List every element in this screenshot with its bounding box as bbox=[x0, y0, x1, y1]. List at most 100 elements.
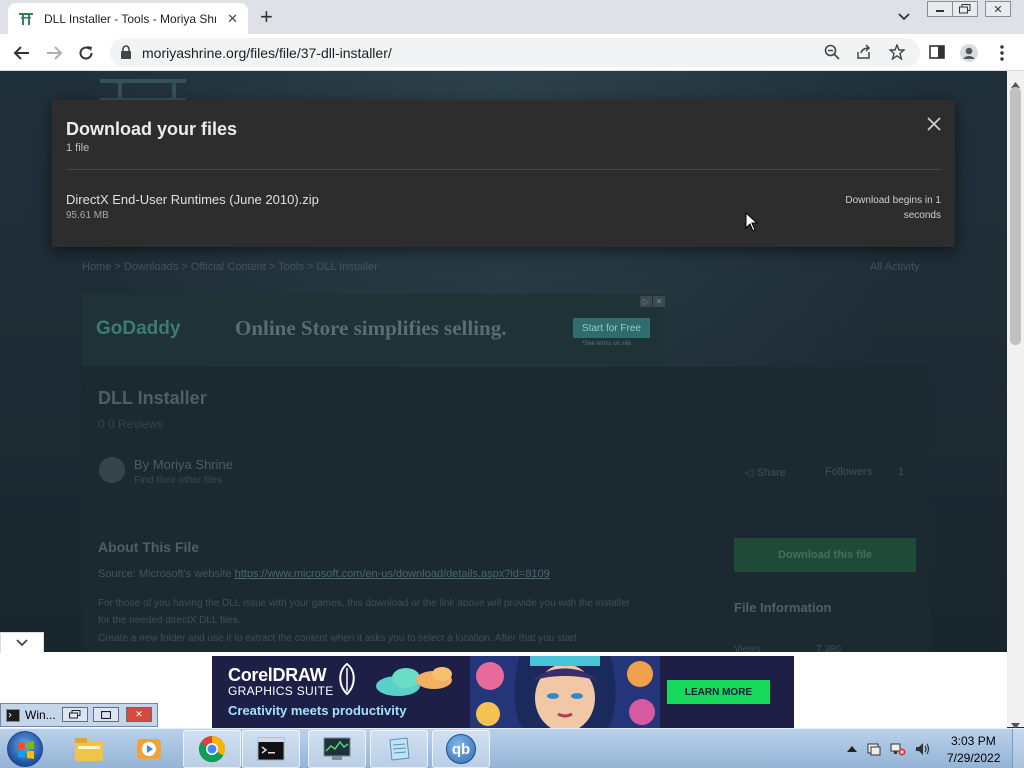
breadcrumb[interactable]: Home > Downloads > Official Content > To… bbox=[82, 261, 378, 273]
source-prefix: Source: Microsoft's website bbox=[98, 568, 235, 580]
new-tab-icon[interactable]: + bbox=[260, 6, 273, 28]
browser-tab[interactable]: DLL Installer - Tools - Moriya Shr ✕ bbox=[8, 3, 248, 34]
mini-close-button[interactable]: ✕ bbox=[126, 707, 152, 722]
cmd-window-icon bbox=[6, 709, 20, 727]
author-name[interactable]: By Moriya Shrine bbox=[134, 457, 233, 472]
description-line-2: for the needed directX DLL files. bbox=[98, 615, 241, 626]
media-player-taskbar-item[interactable] bbox=[120, 730, 178, 768]
site-favicon-icon bbox=[18, 11, 34, 27]
minimized-window-title: Win... bbox=[25, 708, 56, 722]
close-icon[interactable] bbox=[927, 117, 941, 131]
qbittorrent-label: qb bbox=[451, 740, 471, 758]
web-page: Home > Downloads > Official Content > To… bbox=[0, 71, 1007, 652]
qbittorrent-taskbar-item[interactable]: qb bbox=[432, 730, 490, 768]
browser-menu-icon[interactable] bbox=[992, 43, 1012, 63]
collapse-ad-button[interactable] bbox=[0, 632, 44, 653]
zoom-icon[interactable] bbox=[824, 44, 842, 62]
side-panel-icon[interactable] bbox=[928, 43, 948, 63]
profile-avatar-icon[interactable] bbox=[959, 43, 979, 63]
godaddy-fineprint: *See terms on site bbox=[582, 341, 632, 347]
network-icon[interactable] bbox=[890, 741, 906, 757]
lock-icon[interactable] bbox=[120, 45, 134, 59]
address-bar[interactable]: moriyashrine.org/files/file/37-dll-insta… bbox=[110, 38, 920, 67]
window-restore-button[interactable] bbox=[952, 1, 978, 17]
show-desktop-button[interactable] bbox=[1012, 729, 1024, 768]
all-activity-link[interactable]: All Activity bbox=[870, 261, 920, 273]
file-title: DLL Installer bbox=[98, 388, 207, 408]
chevron-down-icon bbox=[16, 639, 28, 647]
page-scrollbar[interactable] bbox=[1007, 71, 1024, 729]
volume-icon[interactable] bbox=[914, 741, 930, 757]
browser-toolbar: moriyashrine.org/files/file/37-dll-insta… bbox=[0, 34, 1024, 71]
cmd-taskbar-item[interactable] bbox=[242, 730, 300, 768]
godaddy-headline: Online Store simplifies selling. bbox=[235, 316, 507, 340]
download-file-size: 95.61 MB bbox=[66, 210, 109, 221]
window-minimize-button[interactable] bbox=[927, 1, 953, 17]
followers-count: 1 bbox=[898, 466, 905, 478]
back-arrow-icon[interactable] bbox=[11, 42, 33, 64]
explorer-icon bbox=[75, 738, 103, 761]
modal-file-count: 1 file bbox=[66, 142, 90, 154]
start-button[interactable] bbox=[7, 731, 43, 767]
mini-maximize-button[interactable] bbox=[93, 707, 119, 722]
tab-close-icon[interactable]: ✕ bbox=[227, 11, 238, 27]
godaddy-start-button[interactable]: Start for Free bbox=[573, 318, 650, 338]
forward-arrow-icon[interactable] bbox=[43, 42, 65, 64]
ad-close-icon[interactable]: ✕ bbox=[653, 296, 665, 307]
corel-suite-label: GRAPHICS SUITE bbox=[228, 684, 334, 698]
window-close-button[interactable]: ✕ bbox=[985, 1, 1011, 17]
coreldraw-ad-banner[interactable]: CorelDRAW GRAPHICS SUITE Creativity meet… bbox=[212, 656, 794, 728]
site-logo[interactable] bbox=[100, 79, 186, 101]
download-countdown: Download begins in 1 seconds bbox=[845, 195, 941, 221]
modal-title: Download your files bbox=[66, 119, 238, 139]
minimized-window[interactable]: Win... ✕ bbox=[0, 703, 158, 727]
source-link[interactable]: https://www.microsoft.com/en-us/download… bbox=[235, 568, 550, 580]
notepad-icon bbox=[389, 737, 410, 761]
godaddy-ad-banner[interactable]: GoDaddy Online Store simplifies selling.… bbox=[82, 294, 665, 366]
tab-title: DLL Installer - Tools - Moriya Shr bbox=[44, 11, 216, 26]
share-button[interactable]: ◁ Share bbox=[745, 466, 786, 479]
mini-restore-button[interactable] bbox=[62, 707, 88, 722]
download-file-name[interactable]: DirectX End-User Runtimes (June 2010).zi… bbox=[66, 192, 319, 207]
windows-logo-icon bbox=[18, 741, 34, 759]
url-text[interactable]: moriyashrine.org/files/file/37-dll-insta… bbox=[142, 45, 392, 61]
about-heading: About This File bbox=[98, 539, 200, 555]
chrome-icon bbox=[198, 735, 226, 763]
download-modal: Download your files 1 file DirectX End-U… bbox=[52, 100, 955, 247]
description-line-1: For those of you having the DLL issue wi… bbox=[98, 598, 631, 609]
reload-icon[interactable] bbox=[75, 42, 97, 64]
tab-strip: DLL Installer - Tools - Moriya Shr ✕ + ✕ bbox=[0, 0, 1024, 34]
tray-expand-icon[interactable] bbox=[844, 741, 860, 757]
explorer-taskbar-item[interactable] bbox=[60, 730, 118, 768]
author-other-files-link[interactable]: Find their other files bbox=[134, 475, 222, 486]
notepad-taskbar-item[interactable] bbox=[370, 730, 428, 768]
action-center-icon[interactable] bbox=[866, 741, 882, 757]
scroll-down-arrow-icon[interactable] bbox=[1011, 716, 1020, 729]
author-avatar[interactable] bbox=[99, 457, 125, 483]
bookmark-star-icon[interactable] bbox=[888, 43, 907, 62]
task-manager-taskbar-item[interactable] bbox=[308, 730, 366, 768]
clock-date[interactable]: 7/29/2022 bbox=[947, 751, 1000, 765]
share-icon: ◁ bbox=[745, 467, 757, 479]
mouse-cursor-icon bbox=[745, 211, 759, 232]
views-value: 7,380 bbox=[816, 644, 842, 652]
share-label: Share bbox=[756, 467, 786, 479]
share-icon[interactable] bbox=[856, 44, 874, 62]
qbittorrent-icon: qb bbox=[446, 734, 476, 764]
cmd-icon bbox=[257, 737, 285, 761]
file-reviews: 0 0 Reviews bbox=[98, 417, 164, 431]
learn-more-button[interactable]: LEARN MORE bbox=[667, 680, 770, 704]
clock-time[interactable]: 3:03 PM bbox=[951, 734, 996, 748]
ad-choices-icon[interactable]: ▷ bbox=[640, 296, 652, 307]
modal-divider bbox=[66, 169, 941, 170]
scroll-up-arrow-icon[interactable] bbox=[1011, 75, 1020, 88]
chrome-taskbar-item[interactable] bbox=[183, 730, 241, 768]
description-line-3: Create a new folder and use it to extrac… bbox=[98, 633, 577, 644]
source-line: Source: Microsoft's website https://www.… bbox=[98, 568, 550, 580]
corel-clouds-art bbox=[376, 666, 458, 696]
godaddy-logo: GoDaddy bbox=[96, 318, 181, 339]
scroll-thumb[interactable] bbox=[1010, 87, 1021, 345]
tab-search-chevron-icon[interactable] bbox=[897, 9, 913, 25]
followers-button[interactable]: Followers bbox=[825, 466, 872, 478]
download-this-file-button[interactable]: Download this file bbox=[734, 538, 916, 572]
